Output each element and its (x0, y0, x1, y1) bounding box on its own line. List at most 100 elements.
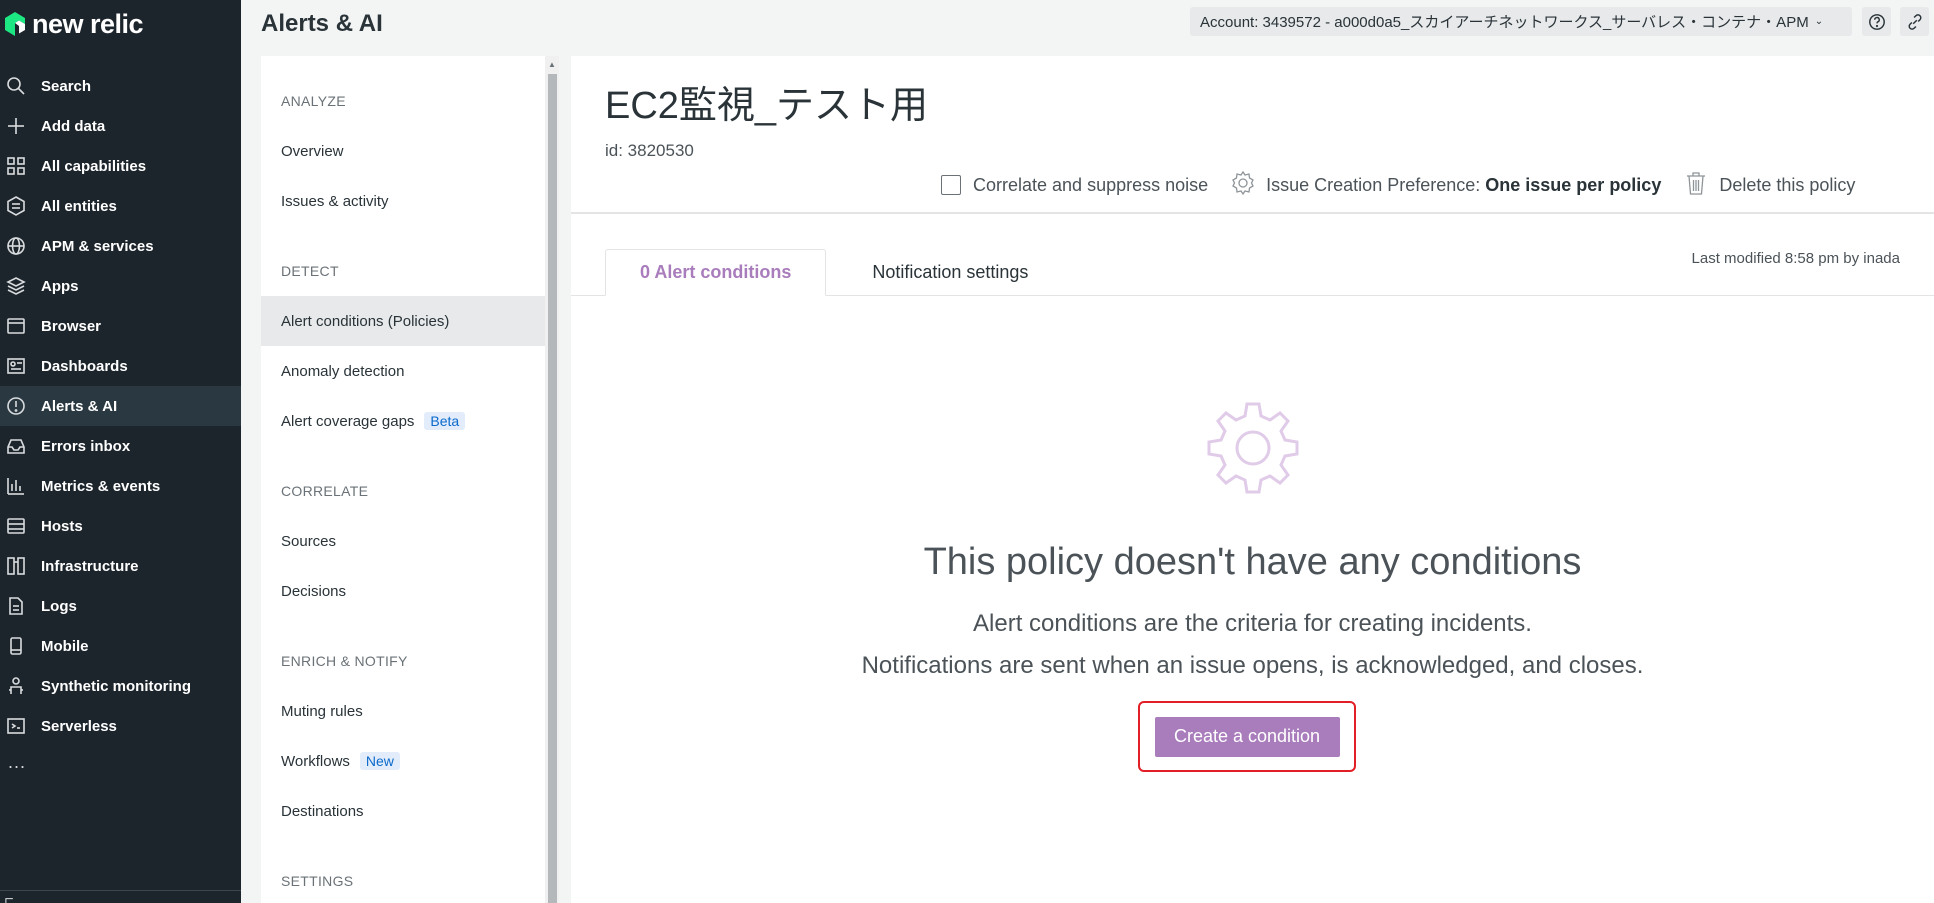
nav-item-logs[interactable]: Logs (0, 586, 241, 626)
correlate-checkbox[interactable] (941, 175, 961, 195)
nav-item-label: Errors inbox (41, 437, 131, 455)
subnav-section-analyze: ANALYZE (281, 93, 346, 109)
nav-item-label: APM & services (41, 237, 154, 255)
subnav-scrollbar[interactable]: ▲ (545, 56, 559, 903)
nav-item-label: Dashboards (41, 357, 128, 375)
subnav-item-label: Decisions (281, 582, 347, 600)
search-icon (4, 74, 28, 98)
subnav-item-destinations[interactable]: Destinations (261, 786, 545, 836)
help-icon (1868, 13, 1885, 30)
link-icon (1908, 13, 1921, 30)
tab-alert-conditions[interactable]: 0 Alert conditions (605, 249, 827, 296)
delete-policy-button[interactable]: Delete this policy (1719, 175, 1855, 196)
plus-icon (4, 114, 28, 138)
nav-item-apm-services[interactable]: APM & services (0, 226, 241, 266)
subnav-item-label: Workflows (281, 752, 350, 770)
subnav-item-label: Alert coverage gaps (281, 412, 415, 430)
empty-state-description-2: Notifications are sent when an issue ope… (861, 652, 1644, 679)
new-relic-logo-icon (5, 12, 25, 36)
gear-icon[interactable] (1230, 170, 1256, 201)
share-link-button[interactable] (1900, 7, 1929, 36)
nav-item-label: Serverless (41, 717, 117, 735)
browser-icon (4, 314, 28, 338)
global-nav: new relic Search Add data All capabiliti… (0, 0, 241, 903)
subnav-item-label: Issues & activity (281, 192, 389, 210)
subnav-item-label: Destinations (281, 802, 364, 820)
subnav-item-overview[interactable]: Overview (261, 126, 545, 176)
subnav-item-decisions[interactable]: Decisions (261, 566, 545, 616)
nav-item-label: Mobile (41, 637, 89, 655)
subnav-item-workflows[interactable]: Workflows New (261, 736, 545, 786)
nav-list: Search Add data All capabilities All ent… (0, 66, 241, 746)
subnav-item-sources[interactable]: Sources (261, 516, 545, 566)
nav-item-alerts-ai[interactable]: Alerts & AI (0, 386, 241, 426)
empty-state-gear-icon (1199, 394, 1307, 502)
nav-item-mobile[interactable]: Mobile (0, 626, 241, 666)
chevron-down-icon: ⌄ (1814, 16, 1824, 27)
help-button[interactable] (1862, 7, 1891, 36)
policy-name[interactable]: EC2監視_テスト用 (605, 74, 928, 129)
nav-item-synthetic-monitoring[interactable]: Synthetic monitoring (0, 666, 241, 706)
serverless-icon (4, 714, 28, 738)
alerts-subnav: ANALYZE Overview Issues & activity DETEC… (261, 56, 545, 903)
user-menu-icon[interactable]: ⊏ (4, 894, 14, 903)
more-nav-button[interactable]: ... (8, 752, 26, 773)
nav-divider (0, 890, 241, 891)
nav-item-apps[interactable]: Apps (0, 266, 241, 306)
nav-item-dashboards[interactable]: Dashboards (0, 346, 241, 386)
page-title: Alerts & AI (261, 10, 383, 37)
policy-actions: Correlate and suppress noise Issue Creat… (941, 168, 1855, 202)
nav-item-label: All capabilities (41, 157, 147, 175)
nav-item-errors-inbox[interactable]: Errors inbox (0, 426, 241, 466)
issue-pref-value[interactable]: One issue per policy (1485, 175, 1661, 196)
nav-item-label: Search (41, 77, 92, 95)
issue-pref-label[interactable]: Issue Creation Preference: (1266, 175, 1480, 196)
mobile-icon (4, 634, 28, 658)
scrollbar-thumb[interactable] (548, 74, 557, 903)
logo-text: new relic (32, 8, 144, 39)
trash-icon[interactable] (1683, 170, 1709, 201)
document-icon (4, 594, 28, 618)
nav-item-add-data[interactable]: Add data (0, 106, 241, 146)
nav-item-label: Browser (41, 317, 102, 335)
subnav-item-issues-activity[interactable]: Issues & activity (261, 176, 545, 226)
empty-state-description: Alert conditions are the criteria for cr… (973, 610, 1532, 637)
correlate-label[interactable]: Correlate and suppress noise (973, 175, 1208, 196)
subnav-item-alert-coverage-gaps[interactable]: Alert coverage gaps Beta (261, 396, 545, 446)
nav-item-label: Logs (41, 597, 77, 615)
nav-item-metrics-events[interactable]: Metrics & events (0, 466, 241, 506)
policy-detail: EC2監視_テスト用 id: 3820530 Correlate and sup… (571, 56, 1934, 903)
subnav-item-anomaly-detection[interactable]: Anomaly detection (261, 346, 545, 396)
nav-item-label: Synthetic monitoring (41, 677, 191, 695)
nav-item-infrastructure[interactable]: Infrastructure (0, 546, 241, 586)
subnav-item-label: Anomaly detection (281, 362, 405, 380)
bar-chart-icon (4, 474, 28, 498)
nav-item-hosts[interactable]: Hosts (0, 506, 241, 546)
nav-item-label: All entities (41, 197, 117, 215)
subnav-item-muting-rules[interactable]: Muting rules (261, 686, 545, 736)
create-condition-button[interactable]: Create a condition (1154, 716, 1340, 757)
nav-item-all-capabilities[interactable]: All capabilities (0, 146, 241, 186)
nav-item-label: Alerts & AI (41, 397, 118, 415)
policy-id: id: 3820530 (605, 141, 694, 160)
subnav-section-correlate: CORRELATE (281, 483, 369, 499)
subnav-item-alert-conditions[interactable]: Alert conditions (Policies) (261, 296, 545, 346)
create-condition-highlight: Create a condition (1138, 701, 1356, 772)
tab-notification-settings[interactable]: Notification settings (826, 249, 1074, 296)
new-badge: New (359, 752, 400, 770)
policy-tabs: 0 Alert conditions Notification settings (605, 249, 1074, 296)
scroll-up-icon[interactable]: ▲ (548, 60, 556, 69)
beta-badge: Beta (424, 412, 466, 430)
nav-item-serverless[interactable]: Serverless (0, 706, 241, 746)
nav-item-all-entities[interactable]: All entities (0, 186, 241, 226)
nav-item-label: Infrastructure (41, 557, 139, 575)
account-selector[interactable]: Account: 3439572 - a000d0a5_スカイアーチネットワーク… (1190, 7, 1852, 36)
subnav-item-label: Overview (281, 142, 344, 160)
new-relic-logo[interactable]: new relic (4, 8, 144, 40)
subnav-item-label: Muting rules (281, 702, 363, 720)
empty-state-title: This policy doesn't have any conditions (923, 541, 1582, 583)
robot-icon (4, 674, 28, 698)
nav-item-label: Apps (41, 277, 79, 295)
nav-item-browser[interactable]: Browser (0, 306, 241, 346)
nav-item-search[interactable]: Search (0, 66, 241, 106)
